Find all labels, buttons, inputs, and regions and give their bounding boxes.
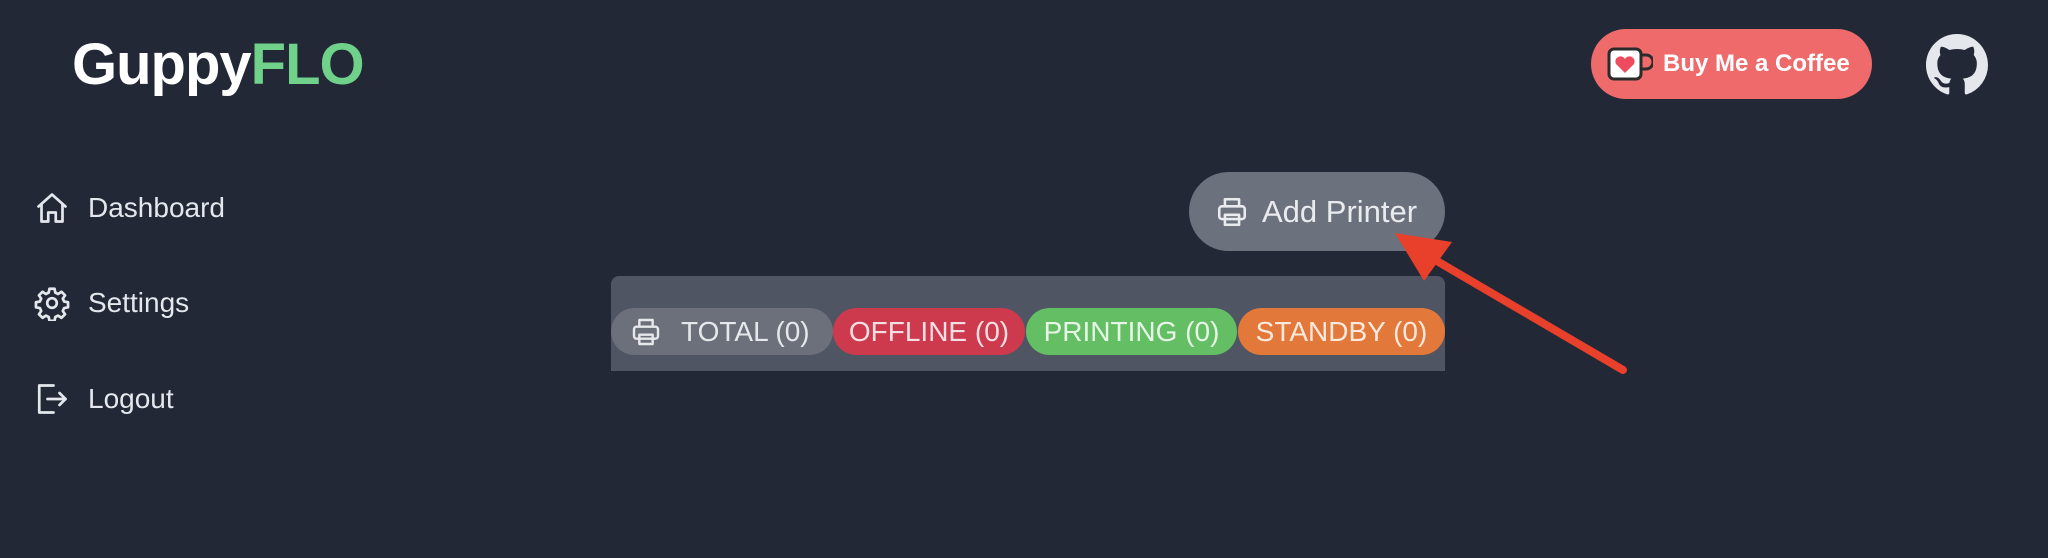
printer-icon bbox=[632, 318, 660, 345]
status-pill-total[interactable]: TOTAL (0) bbox=[611, 308, 833, 355]
app-logo[interactable]: GuppyFLO bbox=[72, 30, 365, 100]
coffee-cup-icon bbox=[1607, 47, 1653, 81]
logo-text-flo: FLO bbox=[250, 32, 365, 97]
printer-icon bbox=[1217, 197, 1247, 226]
sidebar-item-label: Dashboard bbox=[88, 192, 225, 223]
add-printer-button[interactable]: Add Printer bbox=[1189, 172, 1445, 251]
home-icon bbox=[37, 193, 67, 223]
status-label: STANDBY (0) bbox=[1255, 315, 1428, 347]
buy-me-a-coffee-label: Buy Me a Coffee bbox=[1663, 50, 1850, 77]
gear-icon bbox=[34, 287, 70, 321]
printer-status-bar: TOTAL (0) OFFLINE (0) PRINTING (0) STAND… bbox=[611, 276, 1445, 371]
sidebar-item-label: Settings bbox=[88, 287, 190, 318]
logo-text-guppy: Guppy bbox=[72, 32, 252, 97]
logout-icon bbox=[37, 384, 67, 414]
sidebar-item-label: Logout bbox=[88, 383, 174, 414]
add-printer-label: Add Printer bbox=[1262, 193, 1418, 229]
status-pill-printing[interactable]: PRINTING (0) bbox=[1026, 308, 1237, 355]
page: GuppyFLO Buy Me a Coffee Dashboard Setti… bbox=[0, 0, 2048, 558]
status-label: PRINTING (0) bbox=[1043, 315, 1220, 347]
sidebar-item-dashboard[interactable]: Dashboard bbox=[34, 190, 225, 226]
sidebar-item-settings[interactable]: Settings bbox=[34, 285, 189, 321]
github-icon[interactable] bbox=[1926, 34, 1988, 96]
status-pill-standby[interactable]: STANDBY (0) bbox=[1238, 308, 1445, 355]
status-pill-offline[interactable]: OFFLINE (0) bbox=[833, 308, 1025, 355]
buy-me-a-coffee-button[interactable]: Buy Me a Coffee bbox=[1591, 29, 1872, 99]
status-label: OFFLINE (0) bbox=[848, 315, 1010, 347]
sidebar-item-logout[interactable]: Logout bbox=[34, 381, 174, 417]
status-label: TOTAL (0) bbox=[681, 315, 810, 347]
